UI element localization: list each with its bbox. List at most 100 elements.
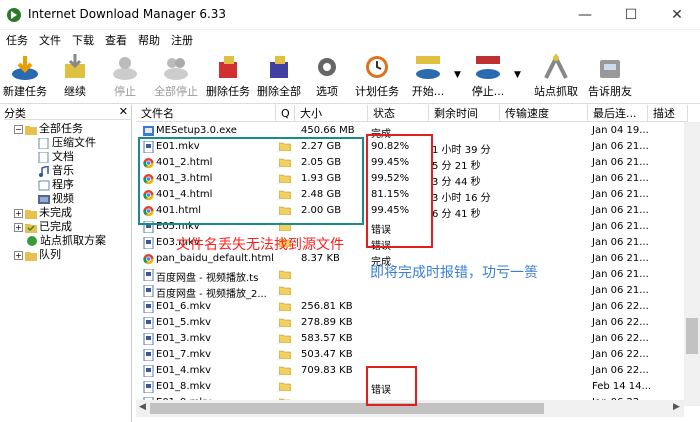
video-file-icon <box>143 365 154 377</box>
menu-file[interactable]: 文件 <box>39 32 61 48</box>
scroll-right-icon[interactable]: ▶ <box>673 402 680 412</box>
minimize-button[interactable]: — <box>562 0 608 30</box>
title-bar: Internet Download Manager 6.33 — ☐ ✕ <box>0 0 700 30</box>
file-name: E01_4.mkv <box>156 365 212 376</box>
queue-folder-icon <box>279 334 291 343</box>
time-left: 3 小时 16 分 <box>432 193 491 204</box>
scroll-left-icon[interactable]: ◀ <box>139 402 146 412</box>
stop-all-button[interactable]: 全部停止 <box>150 48 202 104</box>
time-left: 6 分 41 秒 <box>432 209 481 220</box>
file-size: 709.83 KB <box>301 365 353 376</box>
expand-icon[interactable]: + <box>14 222 23 232</box>
column-header-description[interactable]: 描述 <box>648 105 688 122</box>
menu-bar: 任务 文件 下载 查看 帮助 注册 <box>0 30 700 48</box>
chrome-html-file-icon <box>143 253 154 265</box>
stop-queue-dropdown-icon[interactable]: ▼ <box>514 70 521 80</box>
table-row[interactable]: E01_5.mkv 278.89 KB Jan 06 22... <box>136 315 686 331</box>
last-try-date: Jan 06 22... <box>592 317 649 328</box>
file-name: E01_6.mkv <box>156 301 212 312</box>
collapse-icon[interactable]: − <box>14 124 23 134</box>
column-header-status[interactable]: 状态 <box>368 105 429 122</box>
stop-queue-button[interactable]: 停止... <box>465 48 511 104</box>
tree-item-documents[interactable]: 文档 <box>38 148 74 163</box>
start-queue-icon <box>416 56 440 79</box>
column-header-queue[interactable]: Q <box>276 105 295 122</box>
horizontal-scroll-thumb[interactable] <box>150 403 544 414</box>
stop-all-icon <box>164 58 188 80</box>
table-row[interactable]: E01_3.mkv 583.57 KB Jan 06 22... <box>136 331 686 347</box>
menu-view[interactable]: 查看 <box>105 32 127 48</box>
tree-item-video[interactable]: 视频 <box>38 190 74 205</box>
last-try-date: Jan 06 22... <box>592 349 649 360</box>
close-button[interactable]: ✕ <box>654 0 700 30</box>
tree-item-grabber-projects[interactable]: 站点抓取方案 <box>26 232 106 247</box>
queue-folder-icon <box>279 270 291 279</box>
file-name: 百度网盘 - 视频播放.ts <box>156 273 259 284</box>
menu-help[interactable]: 帮助 <box>138 32 160 48</box>
resume-button[interactable]: 继续 <box>52 48 98 104</box>
tree-item-unfinished[interactable]: + 未完成 <box>14 204 72 219</box>
table-row[interactable]: E01_7.mkv 503.47 KB Jan 06 22... <box>136 347 686 363</box>
tree-item-queues[interactable]: + 队列 <box>14 246 61 261</box>
options-button[interactable]: 选项 <box>306 48 348 104</box>
video-icon <box>38 194 50 204</box>
maximize-button[interactable]: ☐ <box>608 0 654 30</box>
video-file-icon <box>143 237 154 249</box>
time-left: 5 分 21 秒 <box>432 161 481 172</box>
queue-folder-icon <box>279 318 291 327</box>
start-queue-button[interactable]: 开始... <box>405 48 451 104</box>
last-try-date: Jan 06 22... <box>592 333 649 344</box>
annotation-will-error: 即将完成时报错，功亏一篑 <box>370 265 538 281</box>
red-highlight-box-progress <box>366 134 433 248</box>
last-try-date: Feb 14 14... <box>592 381 652 392</box>
table-row[interactable]: E01_6.mkv 256.81 KB Jan 06 22... <box>136 299 686 315</box>
menu-task[interactable]: 任务 <box>6 32 28 48</box>
exe-file-icon <box>143 126 154 136</box>
column-header-last-try[interactable]: 最后连... <box>588 105 648 122</box>
vertical-scroll-thumb[interactable] <box>686 318 698 354</box>
file-size: 278.89 KB <box>301 317 353 328</box>
start-queue-dropdown-icon[interactable]: ▼ <box>454 70 461 80</box>
stop-button[interactable]: 停止 <box>102 48 148 104</box>
menu-download[interactable]: 下载 <box>72 32 94 48</box>
tree-item-music[interactable]: 音乐 <box>38 162 74 177</box>
resume-icon <box>65 54 85 78</box>
sidebar-close-icon[interactable]: ✕ <box>119 105 128 118</box>
tell-friend-button[interactable]: 告诉朋友 <box>584 48 636 104</box>
tree-item-finished[interactable]: + 已完成 <box>14 218 72 233</box>
site-grabber-button[interactable]: 站点抓取 <box>530 48 582 104</box>
scheduler-button[interactable]: 计划任务 <box>351 48 403 104</box>
column-header-size[interactable]: 大小 <box>295 105 368 122</box>
red-highlight-box-errors <box>366 366 417 406</box>
delete-all-button[interactable]: 删除全部 <box>254 48 304 104</box>
grabber-project-icon <box>27 235 37 246</box>
queue-folder-icon <box>279 382 291 391</box>
tell-friend-icon <box>600 60 620 78</box>
column-header-filename[interactable]: 文件名 <box>136 105 276 122</box>
annotation-missing-source: 文件名丢失无法找到源文件 <box>176 237 344 253</box>
last-try-date: Jan 06 21... <box>592 285 649 296</box>
table-row[interactable]: 百度网盘 - 视频播放_2... Jan 06 21... <box>136 283 686 300</box>
file-size: 8.37 KB <box>301 253 340 264</box>
tree-item-archives[interactable]: 压缩文件 <box>38 134 96 149</box>
video-file-icon <box>143 349 154 361</box>
music-icon <box>39 165 49 177</box>
tree-item-programs[interactable]: 程序 <box>38 176 74 191</box>
site-grabber-icon <box>544 53 568 79</box>
expand-icon[interactable]: + <box>14 208 23 218</box>
folder-check-icon <box>25 223 37 233</box>
new-task-icon <box>12 56 38 80</box>
tree-item-all-tasks[interactable]: − 全部任务 <box>14 120 83 135</box>
time-left: 3 分 44 秒 <box>432 177 481 188</box>
new-task-button[interactable]: 新建任务 <box>2 48 48 104</box>
expand-icon[interactable]: + <box>14 250 23 260</box>
menu-register[interactable]: 注册 <box>171 32 193 48</box>
vertical-scrollbar[interactable] <box>684 122 700 406</box>
delete-task-button[interactable]: 删除任务 <box>203 48 253 104</box>
last-try-date: Jan 06 21... <box>592 189 649 200</box>
video-file-icon <box>143 301 154 313</box>
category-sidebar: 分类 ✕ − 全部任务 压缩文件 文档 音乐 程序 视频 + 未完成 + 已完成 站点… <box>0 105 132 422</box>
column-header-transfer-rate[interactable]: 传输速度 <box>500 105 588 122</box>
column-header-time-left[interactable]: 剩余时间 <box>429 105 500 122</box>
idm-app-icon <box>7 8 21 22</box>
